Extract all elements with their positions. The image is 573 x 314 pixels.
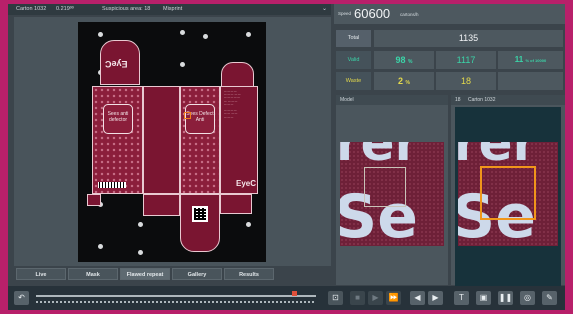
- valid-ref-unit: % of 10000: [525, 58, 547, 63]
- tab-live[interactable]: Live: [16, 268, 66, 280]
- waste-count: 18: [436, 72, 496, 90]
- total-label: Total: [336, 30, 371, 47]
- model-title: Model: [336, 95, 448, 105]
- status-bar: Carton 1032 0.219ºº Suspicious area: 18 …: [8, 4, 331, 15]
- bottom-flap-left: [143, 194, 180, 216]
- front-panel: [92, 86, 143, 194]
- defect-type: Misprint: [163, 6, 183, 12]
- conveyor-dot: [180, 62, 185, 67]
- viewer-tabs: Live Mask Flawed repeat Gallery Results: [14, 268, 331, 280]
- fast-forward-icon[interactable]: ⏩: [386, 291, 401, 305]
- stats-panel: Speed 60600 cartons/h Total 1135 Valid 9…: [334, 4, 565, 91]
- next-icon[interactable]: ▶: [428, 291, 443, 305]
- eyec-logo: EyeC: [236, 179, 257, 188]
- waste-label: Waste: [336, 72, 371, 90]
- conveyor-dot: [246, 32, 251, 37]
- sample-crop[interactable]: rer Se: [458, 142, 558, 246]
- bottom-flap-right: [220, 194, 252, 214]
- waste-percent: 2 %: [374, 72, 434, 90]
- barcode: [98, 182, 126, 188]
- waste-empty-cell: [498, 72, 563, 90]
- tab-results[interactable]: Results: [224, 268, 274, 280]
- waste-percent-value: 2: [398, 76, 404, 86]
- timeline-marker[interactable]: [292, 291, 297, 296]
- conveyor-dot: [98, 32, 103, 37]
- sample-index: 18: [455, 97, 461, 103]
- valid-row: Valid 98 % 1117 11 % of 10000: [334, 51, 565, 69]
- speed-value: 60600: [354, 6, 391, 21]
- conveyor-dot: [246, 222, 251, 227]
- model-crop[interactable]: rer Se: [340, 142, 444, 246]
- image-icon[interactable]: ▣: [476, 291, 491, 305]
- pause-icon[interactable]: ❚❚: [498, 291, 513, 305]
- defect-marker[interactable]: [184, 112, 191, 119]
- speed-row: Speed 60600 cartons/h: [334, 4, 565, 24]
- front-plaque: Sees anti defector: [103, 104, 133, 134]
- speed-label: Speed: [338, 11, 352, 16]
- conveyor-dot: [138, 250, 143, 255]
- bottom-tuck-flap: [180, 194, 220, 252]
- suspicious-count: Suspicious area: 18: [102, 6, 151, 12]
- valid-ref: 11 % of 10000: [498, 51, 563, 69]
- conveyor-dot: [180, 30, 185, 35]
- glue-flap: [87, 194, 101, 206]
- stop-icon[interactable]: ■: [350, 291, 365, 305]
- bottom-toolbar: ↶ ⊡ ■ ▶ ⏩ ◀ ▶ T ▣ ❚❚ ◎ ✎: [8, 286, 565, 310]
- total-row: Total 1135: [334, 30, 565, 47]
- defect-region-box: [480, 166, 536, 220]
- carton-id: Carton 1032: [16, 6, 47, 12]
- conveyor-dot: [203, 34, 208, 39]
- undo-icon[interactable]: ↶: [14, 291, 29, 305]
- carton-image[interactable]: EyeC Sees anti defector Sees Defect Anti…: [78, 22, 266, 262]
- tab-gallery[interactable]: Gallery: [172, 268, 222, 280]
- valid-percent-sign: %: [408, 59, 413, 65]
- conveyor-dot: [138, 222, 143, 227]
- clipboard-icon[interactable]: ✎: [542, 291, 557, 305]
- timeline-track-top[interactable]: [36, 295, 316, 297]
- waste-row: Waste 2 % 18: [334, 72, 565, 90]
- conveyor-dot: [98, 244, 103, 249]
- valid-ref-value: 11: [514, 55, 524, 64]
- sample-header: 18 Carton 1032: [451, 95, 565, 105]
- tab-mask[interactable]: Mask: [68, 268, 118, 280]
- side-panel: [143, 86, 180, 194]
- carton-size: 0.219ºº: [56, 6, 74, 12]
- sample-title: Carton 1032: [467, 97, 496, 103]
- text-icon[interactable]: T: [454, 291, 469, 305]
- speed-unit: cartons/h: [400, 12, 419, 17]
- model-region-box: [364, 167, 406, 207]
- tab-flawed-repeat[interactable]: Flawed repeat: [120, 268, 170, 280]
- total-value: 1135: [374, 30, 563, 47]
- back-panel: [180, 86, 220, 194]
- prev-icon[interactable]: ◀: [410, 291, 425, 305]
- valid-count: 1117: [436, 51, 496, 69]
- timeline-track-bottom[interactable]: [36, 301, 316, 303]
- valid-percent: 98 %: [374, 51, 434, 69]
- valid-percent-value: 98: [395, 55, 406, 65]
- camera-icon[interactable]: ◎: [520, 291, 535, 305]
- flipped-logo: EyeC: [105, 59, 128, 69]
- back-plaque: Sees Defect Anti: [185, 104, 215, 134]
- info-fineprint: — — — — — — — — — — — — — — — — — — — — …: [224, 90, 241, 119]
- valid-label: Valid: [336, 51, 371, 69]
- waste-percent-sign: %: [405, 80, 410, 86]
- front-text-2: defector: [108, 116, 128, 123]
- play-icon[interactable]: ▶: [368, 291, 383, 305]
- qr-code: [192, 206, 208, 222]
- fit-view-icon[interactable]: ⊡: [328, 291, 343, 305]
- chevron-down-icon[interactable]: ⌄: [322, 4, 327, 15]
